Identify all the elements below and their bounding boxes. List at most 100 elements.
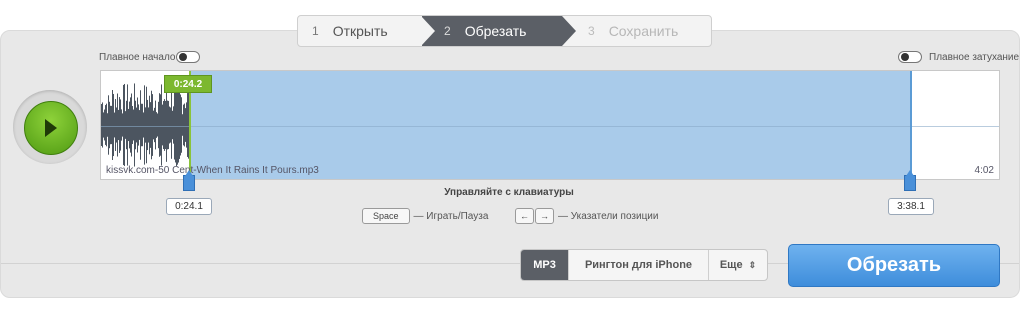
format-more-label: Еще [719,259,743,271]
waveform-bar [151,90,152,160]
waveform-bar [169,106,170,144]
waveform-bar [161,84,162,166]
waveform-bar [174,90,175,160]
waveform-bar [164,99,165,151]
waveform-bar [112,89,113,161]
waveform-bar [182,114,183,136]
waveform-bar [173,106,174,144]
format-iphone-ringtone[interactable]: Рингтон для iPhone [569,250,709,280]
toggle-knob [901,53,909,61]
waveform-bar [121,109,122,141]
waveform-bar [105,105,106,145]
waveform-bar [138,104,139,146]
end-time-input[interactable]: 3:38.1 [888,198,934,215]
waveform-bar [117,93,118,157]
waveform-bar [137,97,138,153]
waveform-bar [127,84,128,166]
file-name: kissvk.com-50 Cent-When It Rains It Pour… [106,165,319,176]
arrows-hint-text: — Указатели позиции [558,210,659,222]
steps-bar: 1 Открыть 2 Обрезать 3 Сохранить [297,15,712,47]
waveform-bar [125,111,126,139]
waveform-bar [135,100,136,150]
waveform-bar [176,84,177,166]
waveform-bar [106,103,107,147]
fade-in-toggle[interactable] [176,51,200,63]
step-open[interactable]: 1 Открыть [298,16,422,46]
waveform-bar [119,97,120,153]
waveform-bar [145,107,146,143]
waveform-bar [150,102,151,148]
waveform-bar [123,84,124,166]
cut-button[interactable]: Обрезать [788,244,1000,287]
start-time-input[interactable]: 0:24.1 [166,198,212,215]
format-more[interactable]: Еще ⇕ [709,250,767,280]
waveform-bar [181,97,182,153]
waveform-bar [156,112,157,138]
waveform-bar [124,83,125,167]
waveform-bar [122,113,123,137]
space-key: Space [362,208,410,224]
waveform-bar [126,100,127,150]
start-handle[interactable] [183,170,195,191]
keyboard-hint-title: Управляйте с клавиатуры [444,187,574,198]
waveform-bar [141,103,142,147]
waveform-bar [136,107,137,143]
waveform-bar [131,93,132,157]
play-ring [13,90,87,164]
step-number: 2 [444,24,451,38]
waveform-bar [133,109,134,141]
waveform-bar [175,87,176,163]
fade-out-toggle[interactable] [898,51,922,63]
toggle-knob [179,53,187,61]
waveform-bar [115,99,116,151]
step-number: 3 [588,24,595,38]
waveform-bar [143,112,144,138]
track-duration: 4:02 [974,165,994,176]
waveform-bar [109,101,110,149]
waveform-bar [170,107,171,143]
waveform-bar [108,95,109,155]
waveform-bar [139,110,140,140]
waveform-bar [185,108,186,142]
waveform-bar [184,103,185,147]
arrows-hint: ← → — Указатели позиции [515,208,658,224]
waveform-centerline [101,126,999,127]
waveform-bar [144,85,145,165]
format-mp3[interactable]: MP3 [521,250,569,280]
waveform-bar [101,104,102,146]
end-marker-line [910,71,912,179]
updown-chevron-icon: ⇕ [748,259,757,270]
waveform-bar [116,107,117,143]
waveform-bar [102,102,103,148]
play-button[interactable] [24,101,78,155]
step-cut[interactable]: 2 Обрезать [421,16,576,46]
waveform-bar [186,102,187,148]
waveform-bar [104,109,105,141]
fade-in-label: Плавное начало [99,52,176,63]
waveform-bar [177,85,178,165]
waveform-bar [149,95,150,155]
space-hint: Space — Играть/Пауза [362,208,488,224]
waveform-bar [110,105,111,145]
waveform-bar [129,101,130,149]
format-selector: MP3 Рингтон для iPhone Еще ⇕ [520,249,768,281]
end-handle[interactable] [904,170,916,191]
fade-out-label: Плавное затухание [929,52,1020,63]
waveform-area[interactable]: kissvk.com-50 Cent-When It Rains It Pour… [100,70,1000,180]
waveform-bar [158,101,159,149]
waveform-bar [183,104,184,146]
waveform-bar [187,93,188,157]
waveform-bar [180,94,181,156]
waveform-bar [128,108,129,142]
selection-region[interactable] [189,71,911,179]
step-label: Сохранить [608,23,679,39]
step-save[interactable]: 3 Сохранить [562,16,711,46]
waveform-bar [132,106,133,144]
waveform-bar [168,100,169,150]
waveform-bar [178,87,179,163]
waveform-bar [179,91,180,159]
waveform-bar [152,94,153,156]
waveform-bar [114,112,115,138]
waveform-bar [134,83,135,167]
waveform-bar [155,100,156,150]
